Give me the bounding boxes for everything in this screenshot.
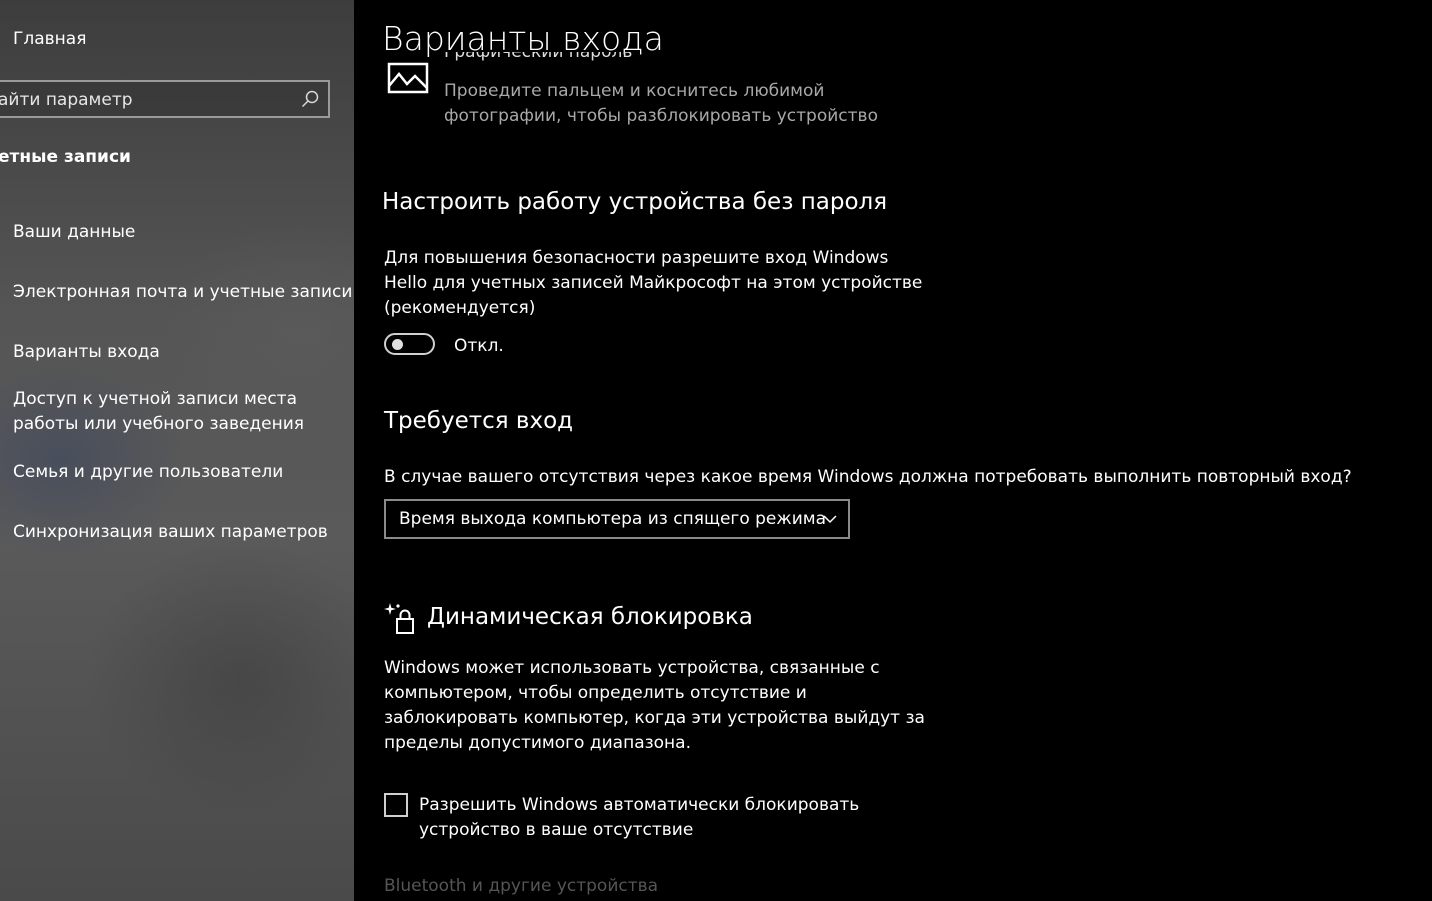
picture-password-title[interactable]: Графический пароль	[444, 52, 632, 76]
bluetooth-link[interactable]: Bluetooth и другие устройства	[384, 876, 658, 896]
chevron-down-icon	[823, 515, 837, 524]
dynamic-lock-checkbox[interactable]	[384, 793, 408, 817]
sidebar-section-title: етные записи	[0, 147, 131, 167]
search-icon[interactable]	[300, 89, 320, 109]
sidebar-item-family[interactable]: Семья и другие пользователи	[13, 460, 283, 485]
sidebar-item-sign-in-options[interactable]: Варианты входа	[13, 340, 160, 365]
dynamic-lock-checkbox-label[interactable]: Разрешить Windows автоматически блокиров…	[419, 793, 939, 843]
dropdown-value: Время выхода компьютера из спящего режим…	[399, 509, 827, 529]
dynamic-lock-heading: Динамическая блокировка	[427, 604, 753, 630]
sidebar-item-your-info[interactable]: Ваши данные	[13, 220, 135, 245]
search-box[interactable]: айти параметр	[0, 80, 330, 118]
dynamic-lock-icon	[384, 603, 414, 634]
main-content: Варианты входа Графический пароль Провед…	[354, 0, 1432, 901]
sidebar-item-email-accounts[interactable]: Электронная почта и учетные записи	[13, 280, 352, 305]
toggle-knob	[392, 339, 403, 350]
passwordless-heading: Настроить работу устройства без пароля	[382, 189, 888, 215]
require-signin-dropdown[interactable]: Время выхода компьютера из спящего режим…	[384, 499, 850, 539]
passwordless-toggle[interactable]	[384, 333, 435, 355]
require-signin-heading: Требуется вход	[384, 408, 574, 434]
home-link[interactable]: Главная	[13, 29, 86, 49]
dynamic-lock-description: Windows может использовать устройства, с…	[384, 658, 925, 753]
require-signin-question: В случае вашего отсутствия через какое в…	[384, 467, 1352, 487]
sidebar-item-sync[interactable]: Синхронизация ваших параметров	[13, 520, 328, 545]
sidebar: Главная айти параметр етные записи Ваши …	[0, 0, 354, 901]
sidebar-item-work-access[interactable]: Доступ к учетной записи места работы или…	[13, 387, 354, 437]
toggle-state-label: Откл.	[454, 336, 504, 356]
picture-password-icon[interactable]	[387, 62, 429, 96]
passwordless-description: Для повышения безопасности разрешите вхо…	[384, 248, 923, 318]
picture-password-description: Проведите пальцем и коснитесь любимой фо…	[444, 81, 878, 126]
search-input[interactable]: айти параметр	[0, 90, 133, 110]
